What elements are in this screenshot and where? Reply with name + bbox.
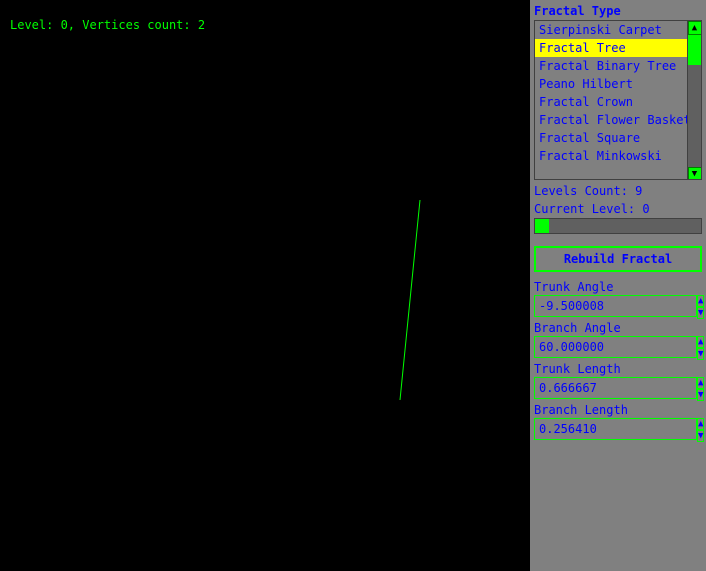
fractal-svg bbox=[0, 0, 530, 571]
trunk-length-input[interactable] bbox=[534, 377, 697, 399]
trunk-angle-up-btn[interactable]: ▲ bbox=[697, 295, 704, 307]
fractal-list-item[interactable]: Peano Hilbert bbox=[535, 75, 687, 93]
branch-length-btns: ▲ ▼ bbox=[697, 418, 704, 440]
progress-bar-fill bbox=[535, 219, 549, 233]
branch-length-input[interactable] bbox=[534, 418, 697, 440]
current-level: Current Level: 0 bbox=[534, 202, 702, 216]
fractal-list[interactable]: Sierpinski CarpetFractal TreeFractal Bin… bbox=[535, 21, 687, 179]
status-text: Level: 0, Vertices count: 2 bbox=[10, 18, 205, 32]
status-bar: Level: 0, Vertices count: 2 bbox=[10, 18, 205, 32]
fractal-type-label: Fractal Type bbox=[534, 4, 702, 18]
branch-angle-input[interactable] bbox=[534, 336, 697, 358]
canvas-area bbox=[0, 0, 530, 571]
trunk-length-btns: ▲ ▼ bbox=[697, 377, 704, 399]
trunk-angle-down-btn[interactable]: ▼ bbox=[697, 307, 704, 319]
fractal-list-item[interactable]: Fractal Crown bbox=[535, 93, 687, 111]
right-panel: Fractal Type Sierpinski CarpetFractal Tr… bbox=[530, 0, 706, 571]
fractal-list-container: Sierpinski CarpetFractal TreeFractal Bin… bbox=[534, 20, 702, 180]
branch-angle-up-btn[interactable]: ▲ bbox=[697, 336, 704, 348]
trunk-angle-btns: ▲ ▼ bbox=[697, 295, 704, 317]
scroll-track bbox=[688, 35, 702, 167]
branch-length-spinner: ▲ ▼ bbox=[534, 418, 702, 440]
scroll-down-btn[interactable]: ▼ bbox=[688, 167, 702, 180]
scroll-up-btn[interactable]: ▲ bbox=[688, 21, 702, 35]
fractal-list-item[interactable]: Fractal Minkowski bbox=[535, 147, 687, 165]
rebuild-fractal-button[interactable]: Rebuild Fractal bbox=[534, 246, 702, 272]
trunk-length-label: Trunk Length bbox=[534, 362, 702, 376]
branch-angle-btns: ▲ ▼ bbox=[697, 336, 704, 358]
branch-angle-down-btn[interactable]: ▼ bbox=[697, 348, 704, 360]
branch-angle-label: Branch Angle bbox=[534, 321, 702, 335]
scroll-thumb[interactable] bbox=[688, 35, 702, 65]
trunk-angle-input[interactable] bbox=[534, 295, 697, 317]
trunk-angle-spinner: ▲ ▼ bbox=[534, 295, 702, 317]
trunk-length-down-btn[interactable]: ▼ bbox=[697, 389, 704, 401]
branch-angle-spinner: ▲ ▼ bbox=[534, 336, 702, 358]
branch-length-label: Branch Length bbox=[534, 403, 702, 417]
progress-bar-container[interactable] bbox=[534, 218, 702, 234]
trunk-length-up-btn[interactable]: ▲ bbox=[697, 377, 704, 389]
scrollbar: ▲ ▼ bbox=[687, 21, 701, 180]
branch-length-up-btn[interactable]: ▲ bbox=[697, 418, 704, 430]
trunk-length-spinner: ▲ ▼ bbox=[534, 377, 702, 399]
fractal-list-item[interactable]: Fractal Square bbox=[535, 129, 687, 147]
fractal-list-item[interactable]: Fractal Flower Basket ( bbox=[535, 111, 687, 129]
trunk-angle-label: Trunk Angle bbox=[534, 280, 702, 294]
fractal-list-item[interactable]: Fractal Tree bbox=[535, 39, 687, 57]
fractal-list-item[interactable]: Fractal Binary Tree bbox=[535, 57, 687, 75]
fractal-list-item[interactable]: Sierpinski Carpet bbox=[535, 21, 687, 39]
levels-count: Levels Count: 9 bbox=[534, 184, 702, 198]
branch-length-down-btn[interactable]: ▼ bbox=[697, 430, 704, 442]
